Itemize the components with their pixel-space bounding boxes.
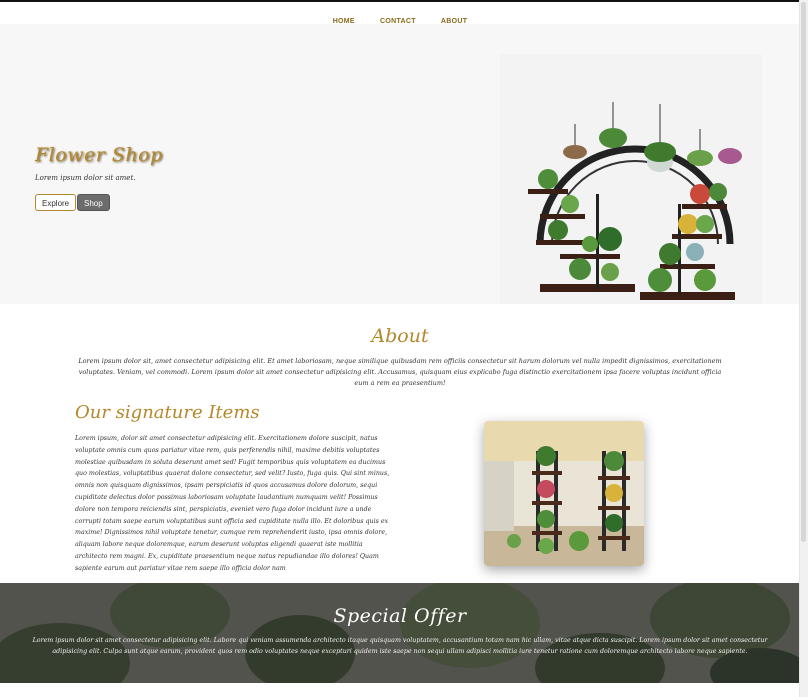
shop-button[interactable]: Shop [77,194,110,211]
vertical-scrollbar[interactable] [799,0,808,697]
round-plant-stand-image [500,54,762,304]
offer-title: Special Offer [333,605,467,627]
hero-title: Flower Shop [35,144,163,166]
special-offer-section: Special Offer Lorem ipsum dolor sit amet… [0,583,800,683]
hero-section: Flower Shop Lorem ipsum dolor sit amet. … [0,24,800,304]
scrollbar-thumb[interactable] [801,2,806,542]
about-text: Lorem ipsum dolor sit, amet consectetur … [78,357,722,387]
hero-subtitle: Lorem ipsum dolor sit amet. [35,174,136,182]
houseplants-background-photo [0,583,800,683]
explore-button[interactable]: Explore [35,194,77,211]
signature-title: Our signature Items [75,402,260,423]
tiered-plant-stand-photo [484,421,644,566]
top-border [0,0,808,2]
signature-text: Lorem ipsum, dolor sit amet consectetur … [75,435,390,572]
offer-text: Lorem ipsum dolor sit amet consectetur a… [32,637,768,655]
about-title: About [371,325,429,347]
